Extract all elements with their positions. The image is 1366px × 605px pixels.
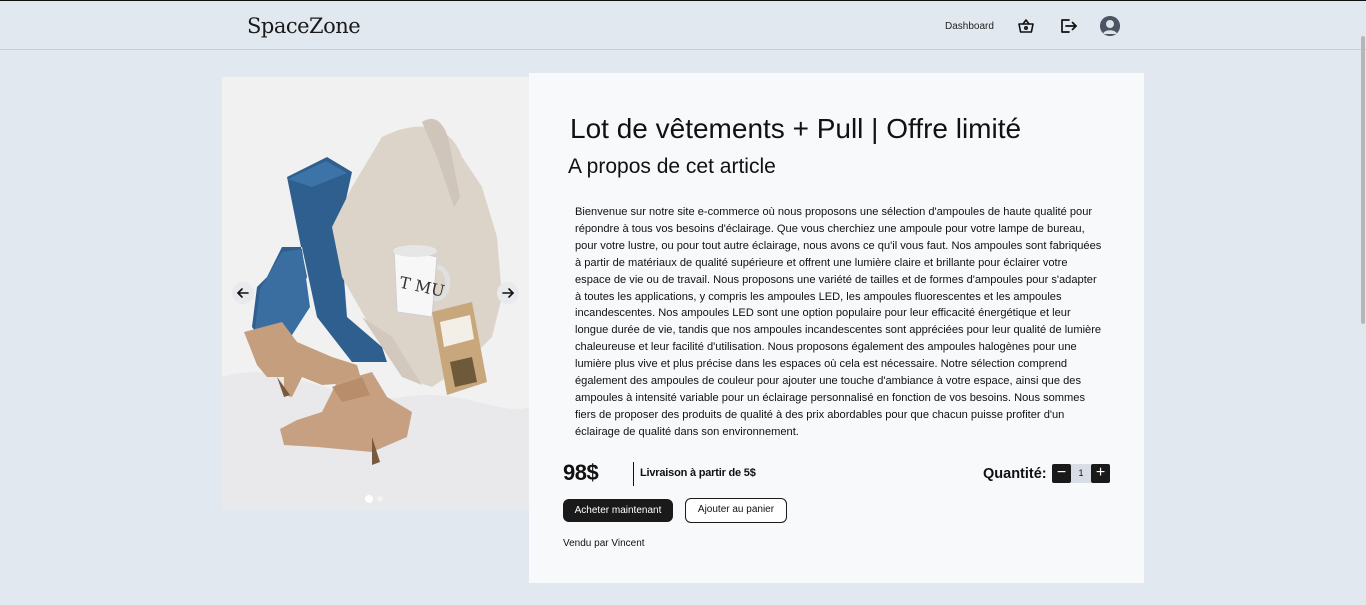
product-title: Lot de vêtements + Pull | Offre limité	[570, 113, 1022, 144]
carousel-next-button[interactable]	[497, 282, 519, 304]
quantity-label: Quantité:	[983, 466, 1047, 482]
carousel-prev-button[interactable]	[232, 282, 254, 304]
site-logo[interactable]: SpaceZone	[247, 14, 361, 38]
carousel-dot-2[interactable]	[377, 496, 383, 502]
vertical-scrollbar[interactable]	[1361, 36, 1365, 324]
product-details-card: Lot de vêtements + Pull | Offre limité A…	[529, 73, 1144, 583]
product-price: 98$	[563, 460, 599, 485]
avatar-icon[interactable]	[1100, 16, 1120, 36]
price-divider	[633, 462, 634, 486]
arrow-left-icon	[237, 288, 249, 298]
logout-icon[interactable]	[1058, 16, 1078, 36]
buy-now-button[interactable]: Acheter maintenant	[563, 499, 673, 522]
arrow-right-icon	[502, 288, 514, 298]
add-to-cart-button[interactable]: Ajouter au panier	[685, 498, 787, 523]
seller-info: Vendu par Vincent	[563, 538, 645, 549]
quantity-increase-button[interactable]: +	[1091, 464, 1110, 483]
quantity-decrease-button[interactable]: −	[1052, 464, 1071, 483]
nav-dashboard-link[interactable]: Dashboard	[945, 21, 994, 32]
shipping-info: Livraison à partir de 5$	[640, 467, 756, 479]
top-navbar: SpaceZone Dashboard	[0, 1, 1366, 50]
product-photo: T MU	[222, 77, 529, 510]
product-image-carousel: T MU	[222, 77, 529, 510]
product-subtitle: A propos de cet article	[568, 155, 776, 178]
carousel-indicators	[365, 495, 383, 503]
product-description: Bienvenue sur notre site e-commerce où n…	[575, 206, 1102, 438]
quantity-input[interactable]: 1	[1071, 464, 1091, 483]
carousel-dot-1[interactable]	[365, 495, 373, 503]
basket-icon[interactable]	[1016, 16, 1036, 36]
